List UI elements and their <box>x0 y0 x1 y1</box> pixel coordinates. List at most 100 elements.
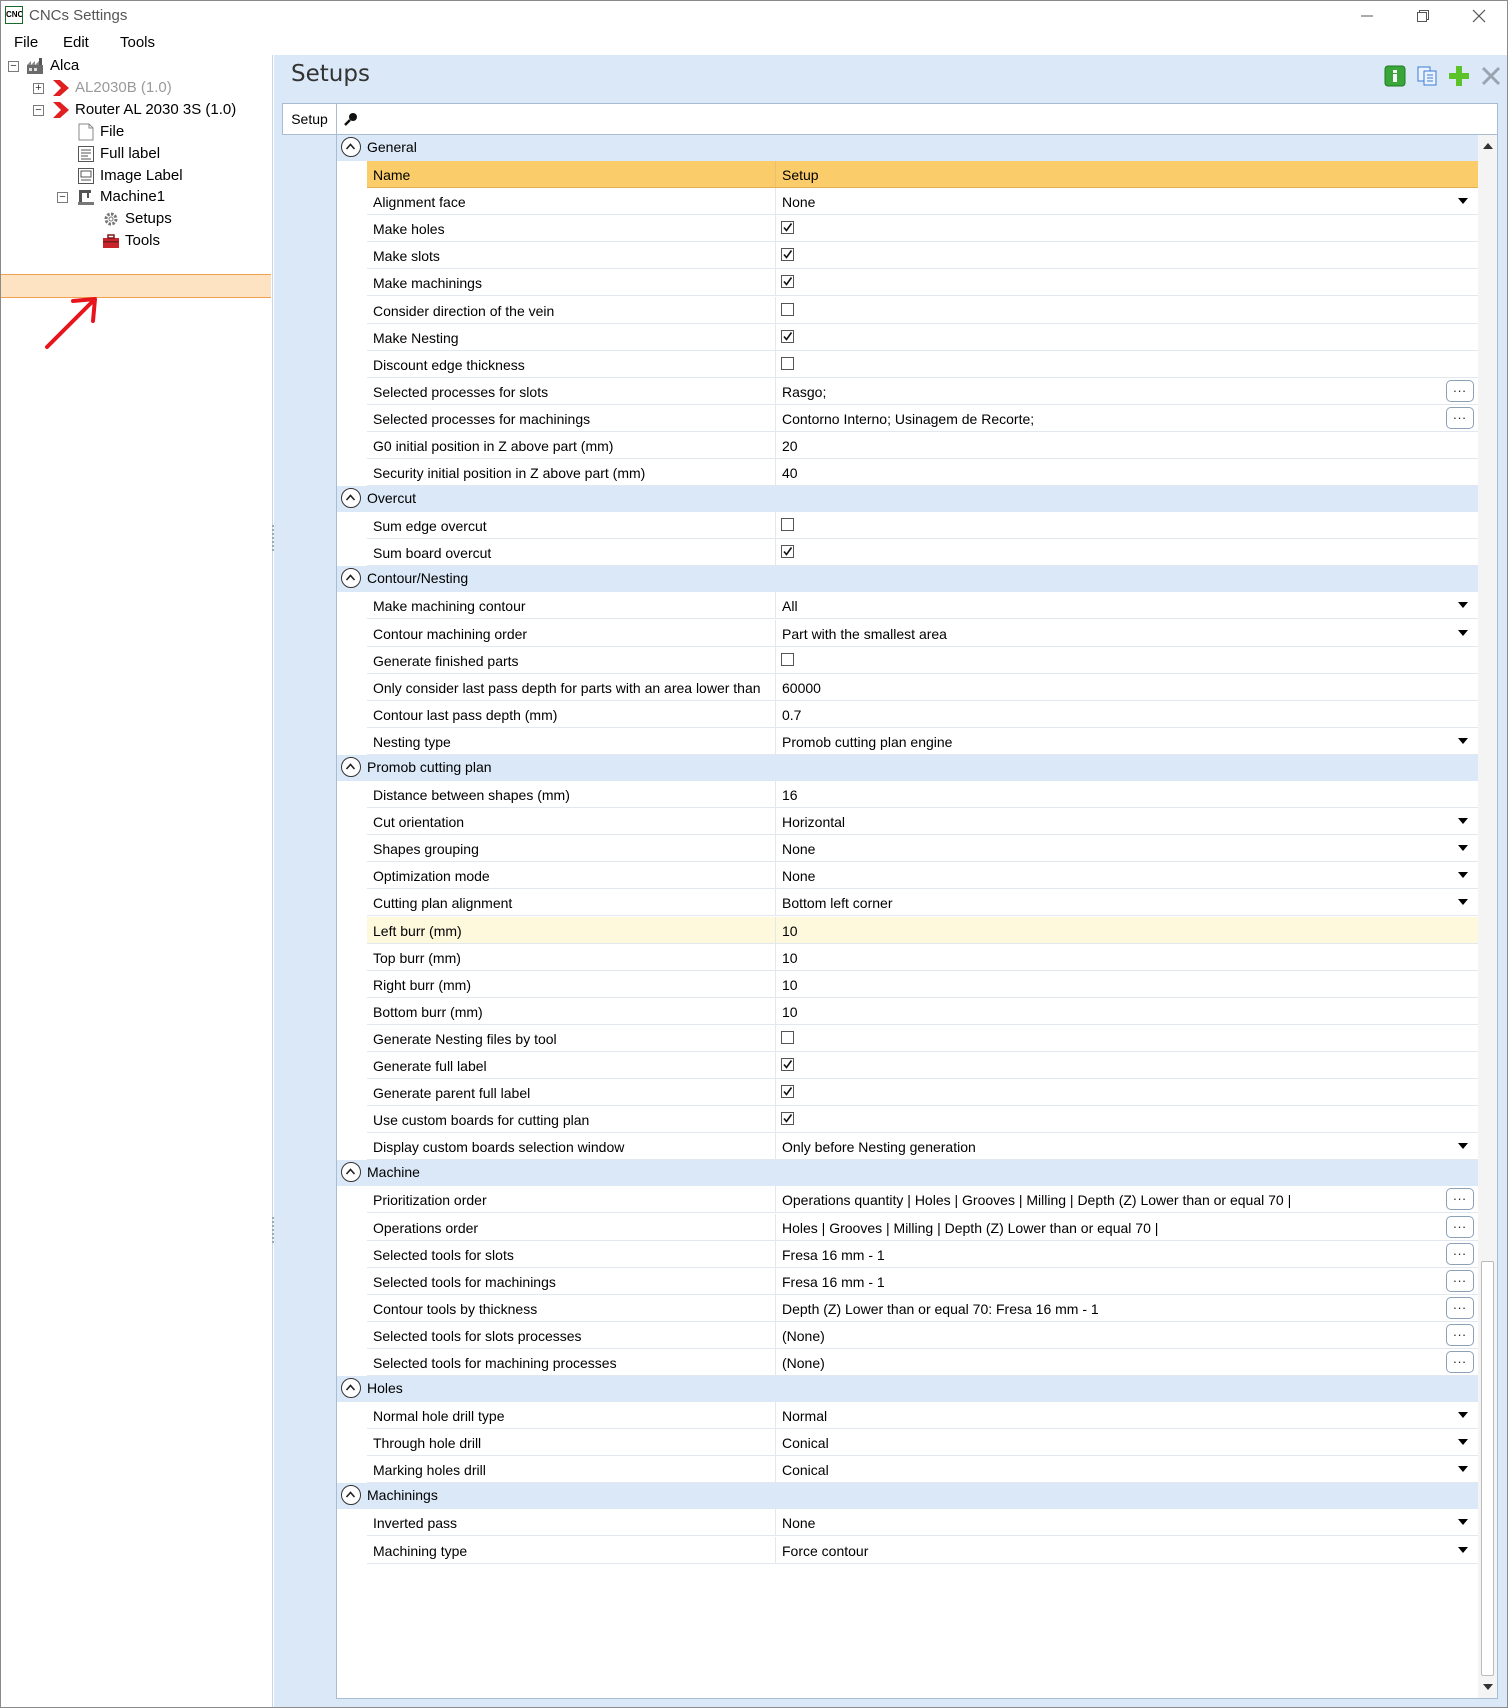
tree-item-alca[interactable]: Alca <box>50 55 79 77</box>
property-row-generate-full-label[interactable]: Generate full label <box>367 1052 1478 1080</box>
ellipsis-button[interactable]: ... <box>1446 379 1474 402</box>
property-value[interactable]: 20 <box>782 438 798 454</box>
close-button[interactable] <box>1451 1 1507 31</box>
property-row-sum-edge-overcut[interactable]: Sum edge overcut <box>367 512 1478 540</box>
vertical-scrollbar[interactable] <box>1478 135 1497 1698</box>
ellipsis-button[interactable]: ... <box>1446 1188 1474 1211</box>
dropdown-arrow-icon[interactable] <box>1458 818 1468 825</box>
property-row-top-burr-mm[interactable]: Top burr (mm) 10 <box>367 943 1478 971</box>
checkbox-checked[interactable] <box>781 248 794 262</box>
property-row-only-consider-last-pass-depth-for-parts-with-an-area-lower-than[interactable]: Only consider last pass depth for parts … <box>367 673 1478 701</box>
property-row-use-custom-boards-for-cutting-plan[interactable]: Use custom boards for cutting plan <box>367 1106 1478 1134</box>
collapse-machine1-icon[interactable]: − <box>57 192 68 203</box>
ellipsis-button[interactable]: ... <box>1446 1242 1474 1265</box>
property-row-selected-processes-for-machinings[interactable]: Selected processes for machinings Contorn… <box>367 404 1478 432</box>
dropdown-arrow-icon[interactable] <box>1458 1143 1468 1150</box>
ellipsis-button[interactable]: ... <box>1446 1215 1474 1238</box>
dropdown-arrow-icon[interactable] <box>1458 1466 1468 1473</box>
property-row-make-holes[interactable]: Make holes <box>367 215 1478 243</box>
property-row-right-burr-mm[interactable]: Right burr (mm) 10 <box>367 970 1478 998</box>
scroll-down-icon[interactable] <box>1483 1684 1493 1690</box>
checkbox-unchecked[interactable] <box>781 1030 794 1044</box>
tree-item-router[interactable]: Router AL 2030 3S (1.0) <box>75 99 236 121</box>
property-row-selected-processes-for-slots[interactable]: Selected processes for slots Rasgo;... <box>367 377 1478 405</box>
dropdown-arrow-icon[interactable] <box>1458 872 1468 879</box>
collapse-alca-icon[interactable]: − <box>8 61 19 72</box>
property-row-optimization-mode[interactable]: Optimization mode None <box>367 862 1478 890</box>
property-row-left-burr-mm[interactable]: Left burr (mm) 10 <box>367 916 1478 944</box>
property-row-make-nesting[interactable]: Make Nesting <box>367 323 1478 351</box>
collapse-chevron-icon[interactable] <box>341 137 361 157</box>
search-input[interactable] <box>363 108 1487 132</box>
property-row-sum-board-overcut[interactable]: Sum board overcut <box>367 539 1478 567</box>
dropdown-arrow-icon[interactable] <box>1458 845 1468 852</box>
property-row-shapes-grouping[interactable]: Shapes grouping None <box>367 835 1478 863</box>
dropdown-arrow-icon[interactable] <box>1458 198 1468 205</box>
property-row-distance-between-shapes-mm[interactable]: Distance between shapes (mm) 16 <box>367 781 1478 809</box>
add-icon[interactable] <box>1448 65 1470 87</box>
property-row-contour-tools-by-thickness[interactable]: Contour tools by thickness Depth (Z) Lowe… <box>367 1294 1478 1322</box>
property-row-display-custom-boards-selection-window[interactable]: Display custom boards selection window On… <box>367 1133 1478 1161</box>
property-row-selected-tools-for-machining-processes[interactable]: Selected tools for machining processes (N… <box>367 1349 1478 1377</box>
property-row-bottom-burr-mm[interactable]: Bottom burr (mm) 10 <box>367 997 1478 1025</box>
property-row-selected-tools-for-slots-processes[interactable]: Selected tools for slots processes (None)… <box>367 1321 1478 1349</box>
property-row-make-slots[interactable]: Make slots <box>367 242 1478 270</box>
property-value[interactable]: 40 <box>782 465 798 481</box>
tree-item-al2030b[interactable]: AL2030B (1.0) <box>75 77 172 99</box>
dropdown-arrow-icon[interactable] <box>1458 899 1468 906</box>
dropdown-arrow-icon[interactable] <box>1458 629 1468 636</box>
checkbox-unchecked[interactable] <box>781 652 794 666</box>
dropdown-arrow-icon[interactable] <box>1458 1519 1468 1526</box>
property-row-operations-order[interactable]: Operations order Holes | Grooves | Millin… <box>367 1213 1478 1241</box>
restore-button[interactable] <box>1395 1 1451 31</box>
checkbox-checked[interactable] <box>781 329 794 343</box>
collapse-chevron-icon[interactable] <box>341 488 361 509</box>
tree-item-file[interactable]: File <box>100 121 124 143</box>
property-value[interactable]: 10 <box>782 923 798 939</box>
ellipsis-button[interactable]: ... <box>1446 1323 1474 1346</box>
property-value[interactable]: 10 <box>782 977 798 993</box>
delete-icon[interactable] <box>1480 65 1502 87</box>
property-row-selected-tools-for-machinings[interactable]: Selected tools for machinings Fresa 16 mm… <box>367 1267 1478 1295</box>
collapse-chevron-icon[interactable] <box>341 1162 361 1183</box>
property-row-cut-orientation[interactable]: Cut orientation Horizontal <box>367 808 1478 836</box>
property-row-discount-edge-thickness[interactable]: Discount edge thickness <box>367 350 1478 378</box>
tree-item-image-label[interactable]: Image Label <box>100 165 183 187</box>
dropdown-arrow-icon[interactable] <box>1458 737 1468 744</box>
property-value[interactable]: 10 <box>782 950 798 966</box>
dropdown-arrow-icon[interactable] <box>1458 1439 1468 1446</box>
collapse-router-icon[interactable]: − <box>33 105 44 116</box>
collapse-chevron-icon[interactable] <box>341 1485 361 1506</box>
tree-item-tools[interactable]: Tools <box>125 230 160 252</box>
dropdown-arrow-icon[interactable] <box>1458 1412 1468 1419</box>
expand-al2030b-icon[interactable]: + <box>33 83 44 94</box>
property-row-through-hole-drill[interactable]: Through hole drill Conical <box>367 1429 1478 1457</box>
ellipsis-button[interactable]: ... <box>1446 1351 1474 1373</box>
property-row-make-machining-contour[interactable]: Make machining contour All <box>367 592 1478 620</box>
tree-item-full-label[interactable]: Full label <box>100 143 160 165</box>
checkbox-checked[interactable] <box>781 1058 794 1071</box>
checkbox-checked[interactable] <box>781 275 794 289</box>
scroll-up-icon[interactable] <box>1483 143 1493 149</box>
property-value[interactable]: 16 <box>782 787 798 803</box>
property-row-cutting-plan-alignment[interactable]: Cutting plan alignment Bottom left corner <box>367 889 1478 917</box>
property-row-machining-type[interactable]: Machining type Force contour <box>367 1536 1478 1564</box>
scroll-thumb[interactable] <box>1481 1261 1494 1676</box>
property-value[interactable]: 10 <box>782 1004 798 1020</box>
checkbox-checked[interactable] <box>781 545 794 559</box>
menu-tools[interactable]: Tools <box>120 34 155 51</box>
dropdown-arrow-icon[interactable] <box>1458 1546 1468 1553</box>
tab-setup[interactable]: Setup <box>282 103 336 135</box>
property-row-contour-last-pass-depth-mm[interactable]: Contour last pass depth (mm) 0.7 <box>367 700 1478 728</box>
collapse-chevron-icon[interactable] <box>341 1378 361 1399</box>
menu-file[interactable]: File <box>14 34 38 51</box>
dropdown-arrow-icon[interactable] <box>1458 602 1468 609</box>
property-row-normal-hole-drill-type[interactable]: Normal hole drill type Normal <box>367 1402 1478 1430</box>
ellipsis-button[interactable]: ... <box>1446 1269 1474 1292</box>
checkbox-unchecked[interactable] <box>781 302 794 316</box>
collapse-chevron-icon[interactable] <box>341 568 361 589</box>
property-row-selected-tools-for-slots[interactable]: Selected tools for slots Fresa 16 mm - 1.… <box>367 1240 1478 1268</box>
property-value[interactable]: 0.7 <box>782 707 801 723</box>
property-row-consider-direction-of-the-vein[interactable]: Consider direction of the vein <box>367 296 1478 324</box>
property-row-nesting-type[interactable]: Nesting type Promob cutting plan engine <box>367 727 1478 755</box>
